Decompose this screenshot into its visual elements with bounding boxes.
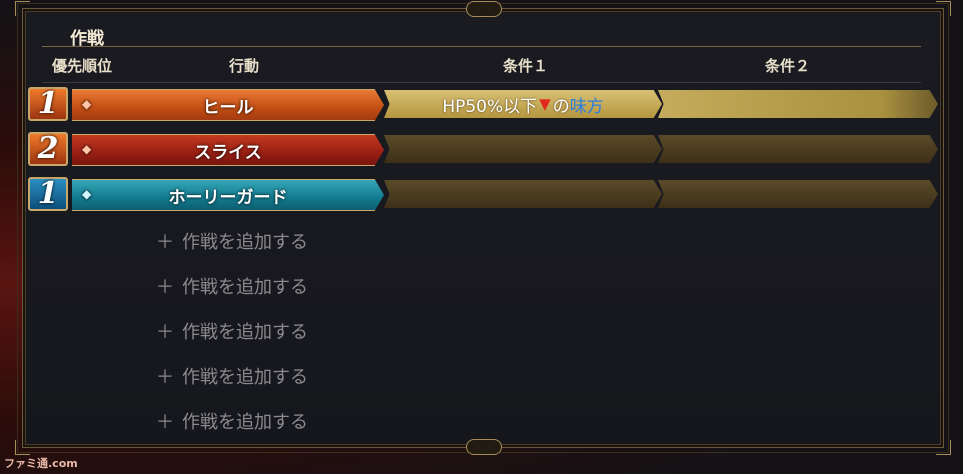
condition-target: 味方: [569, 96, 604, 117]
header-condition2: 条件２: [765, 57, 811, 75]
divider: [42, 82, 921, 83]
divider: [42, 46, 921, 47]
plus-icon: ＋: [156, 322, 174, 343]
add-strategy-button[interactable]: ＋ 作戦を追加する: [156, 273, 308, 299]
plus-icon: ＋: [156, 367, 174, 388]
down-triangle-icon: ▼: [539, 95, 551, 113]
corner-ornament: [936, 1, 951, 16]
condition2-slot[interactable]: [658, 90, 938, 118]
bottom-ornament: [466, 439, 502, 455]
add-strategy-label: 作戦を追加する: [182, 277, 308, 298]
add-strategy-label: 作戦を追加する: [182, 322, 308, 343]
priority-badge[interactable]: 1: [28, 87, 68, 121]
add-strategy-label: 作戦を追加する: [182, 367, 308, 388]
add-strategy-button[interactable]: ＋ 作戦を追加する: [156, 363, 308, 389]
watermark-logo: ファミ通.com: [4, 457, 78, 470]
add-strategy-button[interactable]: ＋ 作戦を追加する: [156, 408, 308, 434]
gem-icon: ◆: [82, 142, 92, 156]
strategy-row-1[interactable]: 1 ◆ ヒール HP50%以下 ▼ の味方: [28, 87, 940, 121]
action-slot[interactable]: ◆ ヒール: [72, 89, 384, 121]
condition1-slot[interactable]: [384, 180, 662, 208]
add-strategy-button[interactable]: ＋ 作戦を追加する: [156, 318, 308, 344]
action-slot[interactable]: ◆ スライス: [72, 134, 384, 166]
plus-icon: ＋: [156, 277, 174, 298]
header-action: 行動: [229, 57, 260, 75]
priority-badge[interactable]: 2: [28, 132, 68, 166]
priority-badge[interactable]: 1: [28, 177, 68, 211]
condition2-slot[interactable]: [658, 180, 938, 208]
strategy-row-3[interactable]: 1 ◆ ホーリーガード: [28, 177, 940, 211]
action-slot[interactable]: ◆ ホーリーガード: [72, 179, 384, 211]
corner-ornament: [936, 440, 951, 455]
add-strategy-button[interactable]: ＋ 作戦を追加する: [156, 228, 308, 254]
gem-icon: ◆: [82, 97, 92, 111]
corner-ornament: [15, 1, 30, 16]
plus-icon: ＋: [156, 232, 174, 253]
add-strategy-label: 作戦を追加する: [182, 232, 308, 253]
top-ornament: [466, 1, 502, 17]
action-label: ヒール: [202, 97, 254, 118]
condition-prefix: HP50%以下: [442, 96, 538, 117]
strategy-row-2[interactable]: 2 ◆ スライス: [28, 132, 940, 166]
condition1-slot[interactable]: HP50%以下 ▼ の味方: [384, 90, 662, 118]
condition-mid: の: [552, 96, 570, 117]
plus-icon: ＋: [156, 412, 174, 433]
header-priority: 優先順位: [52, 57, 113, 75]
add-strategy-label: 作戦を追加する: [182, 412, 308, 433]
action-label: ホーリーガード: [168, 187, 288, 208]
condition2-slot[interactable]: [658, 135, 938, 163]
condition1-slot[interactable]: [384, 135, 662, 163]
gem-icon: ◆: [82, 187, 92, 201]
action-label: スライス: [194, 142, 262, 163]
header-condition1: 条件１: [503, 57, 549, 75]
